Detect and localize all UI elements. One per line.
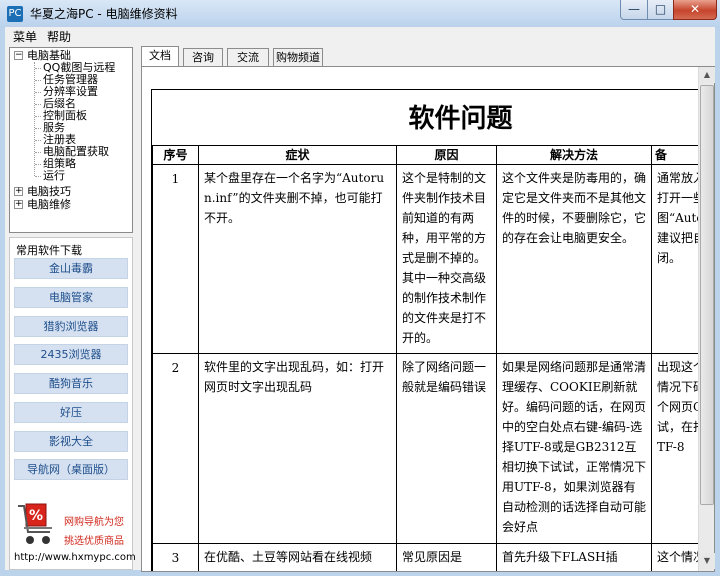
tree-branch — [35, 92, 41, 93]
cell-solution: 首先升级下FLASH插 — [496, 543, 652, 571]
download-button-1[interactable]: 金山毒霸 — [14, 258, 128, 279]
app-icon: PC — [7, 6, 23, 22]
cell-cause: 除了网络问题一般就是编码错误 — [396, 353, 497, 544]
scrollbar-thumb[interactable] — [700, 85, 714, 505]
tree-branch — [35, 152, 41, 153]
ad-url[interactable]: http://www.hxmypc.com — [14, 552, 136, 563]
svg-text:%: % — [29, 508, 43, 524]
expand-icon[interactable]: + — [14, 200, 23, 209]
cell-symptom: 在优酷、土豆等网站看在线视频 — [198, 543, 397, 571]
expand-icon[interactable]: + — [14, 187, 23, 196]
tree-node-child[interactable]: 运行 — [43, 170, 65, 182]
cell-solution: 如果是网络问题那是通常清理缓存、COOKIE刷新就好。编码问题的话，在网页中的空… — [496, 353, 652, 544]
collapse-icon[interactable]: − — [14, 51, 23, 60]
tree-node-repair[interactable]: 电脑维修 — [27, 199, 71, 211]
cell-cause: 常见原因是 — [396, 543, 497, 571]
table-row: 1 某个盘里存在一个名字为“Autorun.inf”的文件夹删不掉，也可能打不开… — [152, 164, 714, 354]
tab-discussion[interactable]: 交流 — [227, 48, 269, 67]
tab-documents[interactable]: 文档 — [141, 46, 179, 67]
tree-branch — [35, 80, 41, 81]
problem-table: 序号 症状 原因 解决方法 备 1 某个盘里存在一个名字为“Autorun.in… — [152, 145, 714, 571]
document-title: 软件问题 — [408, 104, 513, 134]
table-row: 3 在优酷、土豆等网站看在线视频 常见原因是 首先升级下FLASH插 这个情况 — [152, 543, 714, 571]
tab-consult[interactable]: 咨询 — [183, 48, 223, 67]
menu-item-help[interactable]: 帮助 — [47, 28, 71, 45]
tree-node-tips[interactable]: 电脑技巧 — [27, 186, 71, 198]
title-bar: PC 华夏之海PC - 电脑维修资料 — □ ✕ — [0, 0, 720, 28]
header-solution: 解决方法 — [496, 145, 652, 165]
table-header-row: 序号 症状 原因 解决方法 备 — [152, 145, 714, 165]
ad-text-line2[interactable]: 挑选优质商品 — [64, 532, 124, 547]
scroll-up-icon[interactable]: ▲ — [699, 67, 715, 83]
download-button-8[interactable]: 导航网（桌面版） — [14, 459, 128, 480]
tab-shopping[interactable]: 购物频道 — [273, 48, 323, 67]
tree-branch — [35, 164, 41, 165]
tree-branch — [35, 128, 41, 129]
vertical-scrollbar[interactable]: ▲ ▼ — [698, 67, 715, 571]
download-button-2[interactable]: 电脑管家 — [14, 287, 128, 308]
cell-num: 3 — [152, 543, 199, 571]
header-symptom: 症状 — [198, 145, 397, 165]
document-view[interactable]: 软件问题 序号 症状 原因 解决方法 备 1 某个盘里存在一个名字为“Autor… — [141, 66, 715, 572]
header-num: 序号 — [152, 145, 199, 165]
menu-bar: 菜单 帮助 — [5, 27, 715, 45]
download-button-6[interactable]: 好压 — [14, 402, 128, 423]
cell-solution: 这个文件夹是防毒用的，确定它是文件夹而不是其他文件的时候，不要删除它，它的存在会… — [496, 164, 652, 354]
download-button-3[interactable]: 猎豹浏览器 — [14, 316, 128, 337]
software-panel-title: 常用软件下载 — [16, 244, 82, 257]
window-title: 华夏之海PC - 电脑维修资料 — [30, 7, 178, 21]
tree-branch — [35, 176, 41, 177]
download-button-5[interactable]: 酷狗音乐 — [14, 373, 128, 394]
menu-item-menu[interactable]: 菜单 — [13, 28, 37, 45]
ad-text-line1[interactable]: 网购导航为您 — [64, 513, 124, 528]
software-panel: 常用软件下载 金山毒霸 电脑管家 猎豹浏览器 2435浏览器 酷狗音乐 好压 影… — [9, 237, 136, 570]
maximize-button[interactable]: □ — [647, 0, 674, 20]
cell-num: 2 — [152, 353, 199, 544]
scroll-down-icon[interactable]: ▼ — [699, 553, 715, 569]
app-window: PC 华夏之海PC - 电脑维修资料 — □ ✕ 菜单 帮助 − 电脑基础 QQ… — [0, 0, 720, 576]
header-cause: 原因 — [396, 145, 497, 165]
cell-cause: 这个是特制的文件夹制作技术目前知道的有两种，用平常的方式是删不掉的。其中一种交高… — [396, 164, 497, 354]
shopping-cart-icon[interactable]: % — [16, 500, 54, 548]
cell-num: 1 — [152, 164, 199, 354]
table-row: 2 软件里的文字出现乱码，如：打开网页时文字出现乱码 除了网络问题一般就是编码错… — [152, 353, 714, 544]
tree-branch — [35, 116, 41, 117]
category-tree[interactable]: − 电脑基础 QQ截图与远程 任务管理器 分辨率设置 后缀名 控制面板 服务 注… — [9, 47, 133, 233]
tree-branch — [35, 140, 41, 141]
cell-symptom: 软件里的文字出现乱码，如：打开网页时文字出现乱码 — [198, 353, 397, 544]
download-button-7[interactable]: 影视大全 — [14, 431, 128, 452]
download-button-4[interactable]: 2435浏览器 — [14, 344, 128, 365]
minimize-button[interactable]: — — [620, 0, 648, 20]
cell-symptom: 某个盘里存在一个名字为“Autorun.inf”的文件夹删不掉，也可能打不开。 — [198, 164, 397, 354]
close-button[interactable]: ✕ — [673, 0, 717, 20]
tree-branch — [35, 104, 41, 105]
document-page: 软件问题 序号 症状 原因 解决方法 备 1 某个盘里存在一个名字为“Autor… — [151, 89, 714, 571]
tree-branch — [35, 68, 41, 69]
